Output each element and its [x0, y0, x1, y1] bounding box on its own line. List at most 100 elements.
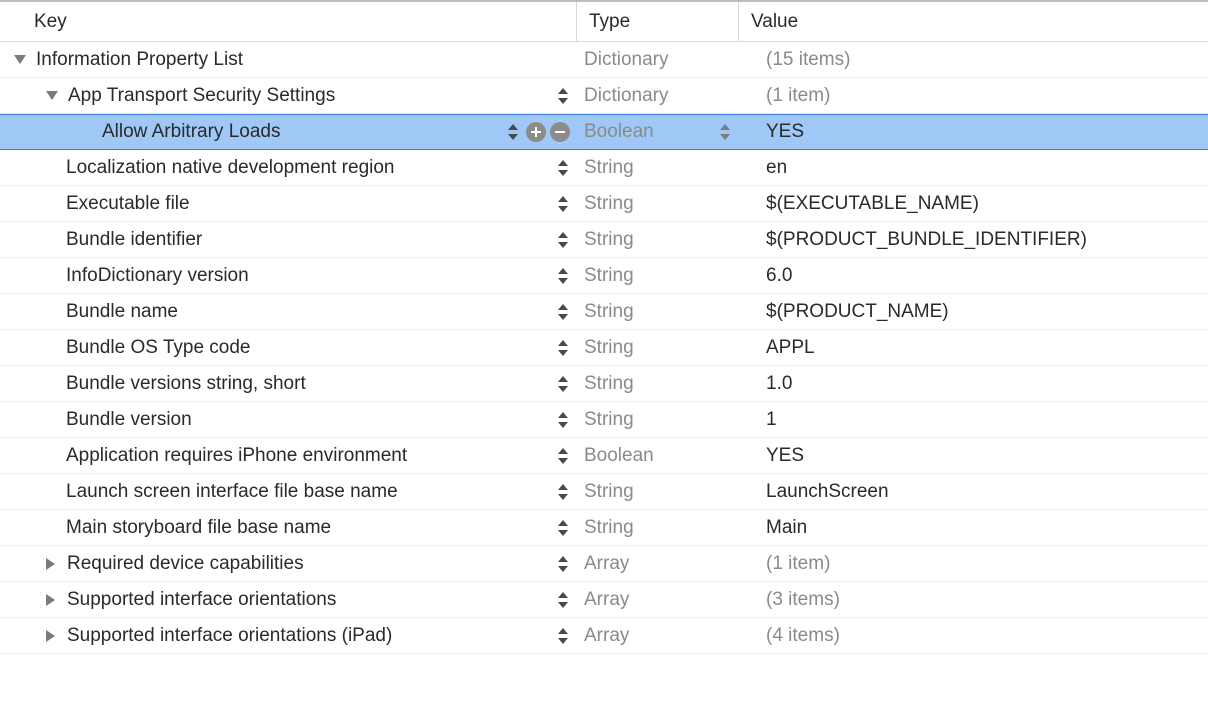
table-row[interactable]: Supported interface orientations (iPad) A…: [0, 618, 1208, 654]
key-stepper-icon[interactable]: [556, 625, 570, 647]
key-label[interactable]: Bundle name: [66, 301, 556, 323]
key-label[interactable]: Main storyboard file base name: [66, 517, 556, 539]
disclosure-triangle-right-icon[interactable]: [46, 594, 55, 606]
table-row[interactable]: Bundle versionString1: [0, 402, 1208, 438]
type-cell[interactable]: Dictionary: [576, 42, 738, 77]
key-label[interactable]: InfoDictionary version: [66, 265, 556, 287]
key-cell[interactable]: App Transport Security Settings: [0, 78, 576, 113]
disclosure-triangle-down-icon[interactable]: [46, 91, 58, 100]
type-cell[interactable]: String: [576, 474, 738, 509]
value-cell[interactable]: 1.0: [738, 366, 1208, 401]
table-row[interactable]: Allow Arbitrary Loads BooleanYES: [0, 114, 1208, 150]
type-cell[interactable]: Array: [576, 618, 738, 653]
value-cell[interactable]: (1 item): [738, 78, 1208, 113]
key-stepper-icon[interactable]: [556, 301, 570, 323]
key-label[interactable]: Information Property List: [36, 49, 576, 71]
key-cell[interactable]: Main storyboard file base name: [0, 510, 576, 545]
table-row[interactable]: Main storyboard file base nameStringMain: [0, 510, 1208, 546]
key-stepper-icon[interactable]: [556, 481, 570, 503]
table-row[interactable]: Localization native development region St…: [0, 150, 1208, 186]
add-row-icon[interactable]: [526, 122, 546, 142]
table-row[interactable]: Application requires iPhone environment B…: [0, 438, 1208, 474]
key-label[interactable]: Application requires iPhone environment: [66, 445, 556, 467]
type-cell[interactable]: Boolean: [576, 115, 738, 149]
key-cell[interactable]: Allow Arbitrary Loads: [0, 115, 576, 149]
key-cell[interactable]: Executable file: [0, 186, 576, 221]
table-row[interactable]: Information Property ListDictionary(15 i…: [0, 42, 1208, 78]
value-cell[interactable]: (4 items): [738, 618, 1208, 653]
table-row[interactable]: Launch screen interface file base name St…: [0, 474, 1208, 510]
key-stepper-icon[interactable]: [556, 229, 570, 251]
key-cell[interactable]: Bundle identifier: [0, 222, 576, 257]
key-cell[interactable]: Application requires iPhone environment: [0, 438, 576, 473]
key-stepper-icon[interactable]: [556, 517, 570, 539]
type-cell[interactable]: String: [576, 150, 738, 185]
key-stepper-icon[interactable]: [556, 409, 570, 431]
value-cell[interactable]: 1: [738, 402, 1208, 437]
key-cell[interactable]: InfoDictionary version: [0, 258, 576, 293]
type-cell[interactable]: String: [576, 258, 738, 293]
key-label[interactable]: Bundle identifier: [66, 229, 556, 251]
column-header-type[interactable]: Type: [576, 2, 738, 41]
value-cell[interactable]: en: [738, 150, 1208, 185]
type-cell[interactable]: Array: [576, 582, 738, 617]
key-label[interactable]: Bundle OS Type code: [66, 337, 556, 359]
type-cell[interactable]: String: [576, 294, 738, 329]
key-stepper-icon[interactable]: [556, 553, 570, 575]
key-label[interactable]: Allow Arbitrary Loads: [102, 121, 506, 143]
key-label[interactable]: Localization native development region: [66, 157, 556, 179]
key-stepper-icon[interactable]: [556, 373, 570, 395]
key-label[interactable]: Supported interface orientations (iPad): [67, 625, 556, 647]
key-cell[interactable]: Launch screen interface file base name: [0, 474, 576, 509]
table-row[interactable]: Required device capabilities Array(1 item…: [0, 546, 1208, 582]
type-cell[interactable]: Dictionary: [576, 78, 738, 113]
value-cell[interactable]: $(PRODUCT_NAME): [738, 294, 1208, 329]
key-stepper-icon[interactable]: [556, 589, 570, 611]
value-cell[interactable]: $(EXECUTABLE_NAME): [738, 186, 1208, 221]
type-cell[interactable]: String: [576, 402, 738, 437]
key-stepper-icon[interactable]: [556, 265, 570, 287]
key-label[interactable]: Required device capabilities: [67, 553, 556, 575]
type-cell[interactable]: String: [576, 366, 738, 401]
value-cell[interactable]: LaunchScreen: [738, 474, 1208, 509]
value-cell[interactable]: $(PRODUCT_BUNDLE_IDENTIFIER): [738, 222, 1208, 257]
value-cell[interactable]: APPL: [738, 330, 1208, 365]
table-row[interactable]: App Transport Security Settings Dictionar…: [0, 78, 1208, 114]
value-cell[interactable]: (3 items): [738, 582, 1208, 617]
key-cell[interactable]: Required device capabilities: [0, 546, 576, 581]
value-cell[interactable]: 6.0: [738, 258, 1208, 293]
type-cell[interactable]: Array: [576, 546, 738, 581]
key-label[interactable]: Executable file: [66, 193, 556, 215]
key-label[interactable]: Bundle versions string, short: [66, 373, 556, 395]
type-cell[interactable]: String: [576, 186, 738, 221]
table-row[interactable]: Bundle versions string, short String1.0: [0, 366, 1208, 402]
disclosure-triangle-right-icon[interactable]: [46, 630, 55, 642]
column-header-key[interactable]: Key: [0, 2, 576, 41]
key-stepper-icon[interactable]: [556, 193, 570, 215]
disclosure-triangle-right-icon[interactable]: [46, 558, 55, 570]
value-cell[interactable]: YES: [738, 438, 1208, 473]
key-label[interactable]: Launch screen interface file base name: [66, 481, 556, 503]
type-cell[interactable]: Boolean: [576, 438, 738, 473]
key-stepper-icon[interactable]: [556, 337, 570, 359]
key-stepper-icon[interactable]: [556, 85, 570, 107]
table-row[interactable]: InfoDictionary version String6.0: [0, 258, 1208, 294]
type-cell[interactable]: String: [576, 222, 738, 257]
type-cell[interactable]: String: [576, 510, 738, 545]
key-cell[interactable]: Information Property List: [0, 42, 576, 77]
type-stepper-icon[interactable]: [718, 124, 732, 140]
key-cell[interactable]: Supported interface orientations (iPad): [0, 618, 576, 653]
key-stepper-icon[interactable]: [556, 445, 570, 467]
key-label[interactable]: App Transport Security Settings: [68, 85, 556, 107]
key-label[interactable]: Supported interface orientations: [67, 589, 556, 611]
value-cell[interactable]: (1 item): [738, 546, 1208, 581]
key-stepper-icon[interactable]: [506, 121, 520, 143]
key-cell[interactable]: Localization native development region: [0, 150, 576, 185]
table-row[interactable]: Bundle identifier String$(PRODUCT_BUNDLE_…: [0, 222, 1208, 258]
column-header-value[interactable]: Value: [738, 2, 1208, 41]
key-stepper-icon[interactable]: [556, 157, 570, 179]
table-row[interactable]: Supported interface orientations Array(3 …: [0, 582, 1208, 618]
value-cell[interactable]: YES: [738, 115, 1208, 149]
type-cell[interactable]: String: [576, 330, 738, 365]
key-cell[interactable]: Supported interface orientations: [0, 582, 576, 617]
